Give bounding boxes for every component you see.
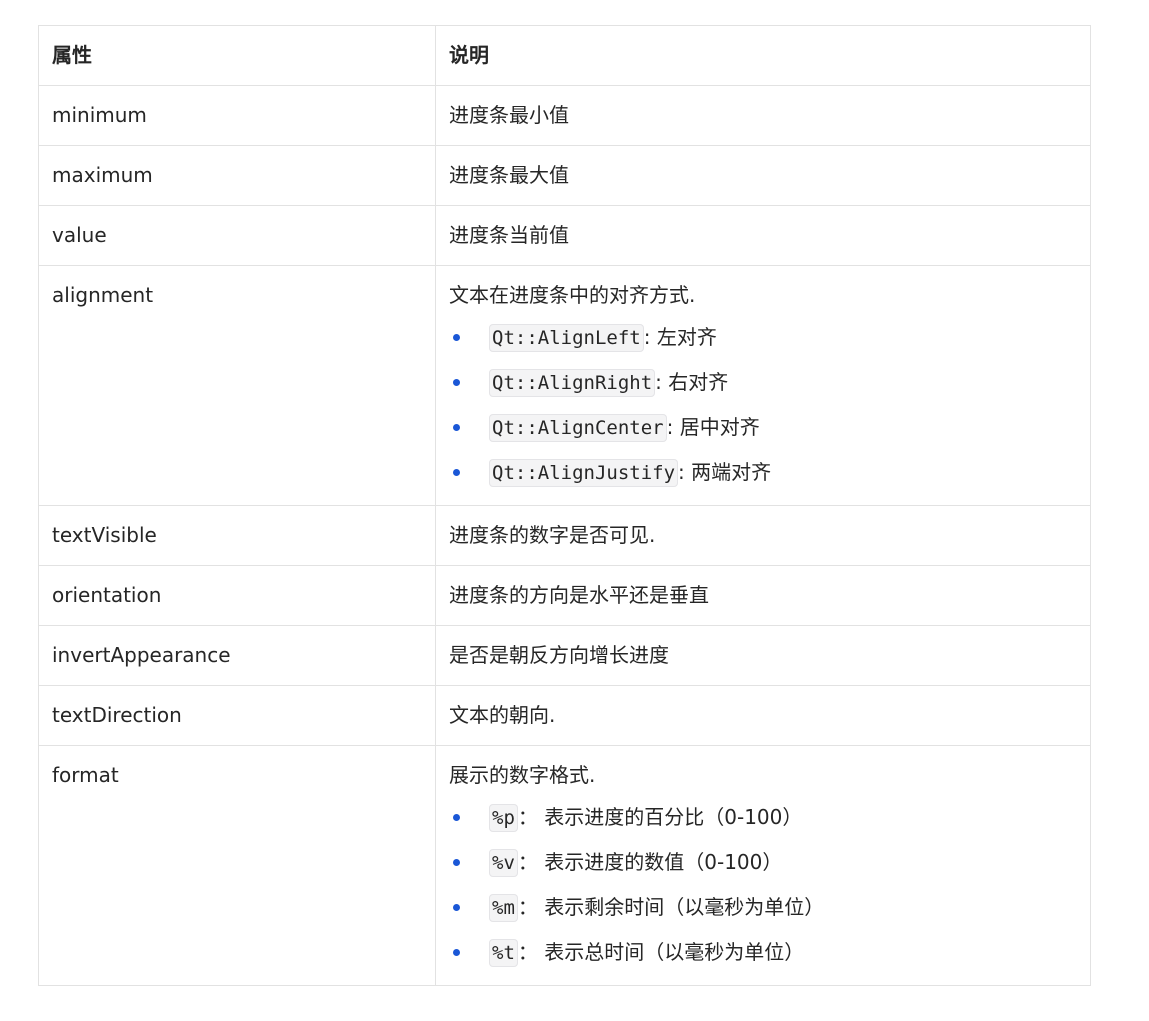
header-description: 说明 (435, 25, 1091, 86)
bullet-icon (453, 424, 460, 431)
option-text: ： 表示进度的数值（0-100） (517, 850, 783, 874)
table-row: textDirection 文本的朝向. (38, 685, 1091, 746)
property-description: 进度条最小值 (435, 85, 1091, 146)
bullet-icon (453, 949, 460, 956)
property-name: format (38, 745, 436, 986)
code-value: %p (489, 804, 518, 832)
option-list: Qt::AlignLeft: 左对齐 Qt::AlignRight: 右对齐 Q… (449, 321, 1077, 489)
code-value: Qt::AlignLeft (489, 324, 644, 352)
bullet-icon (453, 379, 460, 386)
property-name: value (38, 205, 436, 266)
property-name: minimum (38, 85, 436, 146)
table-row: maximum 进度条最大值 (38, 145, 1091, 206)
list-item: Qt::AlignRight: 右对齐 (449, 366, 1077, 399)
property-description: 进度条最大值 (435, 145, 1091, 206)
list-item: %m： 表示剩余时间（以毫秒为单位） (449, 891, 1077, 924)
list-item: %t： 表示总时间（以毫秒为单位） (449, 936, 1077, 969)
table-row: value 进度条当前值 (38, 205, 1091, 266)
option-text: ： 表示剩余时间（以毫秒为单位） (517, 895, 825, 919)
property-description: 是否是朝反方向增长进度 (435, 625, 1091, 686)
table-row: textVisible 进度条的数字是否可见. (38, 505, 1091, 566)
option-text: : 两端对齐 (678, 460, 772, 484)
option-text: : 右对齐 (655, 370, 729, 394)
property-name: alignment (38, 265, 436, 506)
list-item: %p： 表示进度的百分比（0-100） (449, 801, 1077, 834)
code-value: Qt::AlignCenter (489, 414, 667, 442)
bullet-icon (453, 334, 460, 341)
bullet-icon (453, 814, 460, 821)
property-description: 进度条的方向是水平还是垂直 (435, 565, 1091, 626)
code-value: %t (489, 939, 518, 967)
bullet-icon (453, 904, 460, 911)
option-list: %p： 表示进度的百分比（0-100） %v： 表示进度的数值（0-100） %… (449, 801, 1077, 969)
table-row: orientation 进度条的方向是水平还是垂直 (38, 565, 1091, 626)
code-value: %m (489, 894, 518, 922)
option-text: ： 表示进度的百分比（0-100） (517, 805, 803, 829)
list-item: Qt::AlignCenter: 居中对齐 (449, 411, 1077, 444)
table-row: format 展示的数字格式. %p： 表示进度的百分比（0-100） %v： … (38, 745, 1091, 986)
property-name: maximum (38, 145, 436, 206)
property-description: 文本在进度条中的对齐方式. (449, 283, 696, 307)
property-description: 进度条当前值 (435, 205, 1091, 266)
property-description: 进度条的数字是否可见. (435, 505, 1091, 566)
property-name: textVisible (38, 505, 436, 566)
option-text: : 居中对齐 (666, 415, 760, 439)
table-header-row: 属性 说明 (38, 25, 1091, 86)
bullet-icon (453, 469, 460, 476)
code-value: Qt::AlignRight (489, 369, 656, 397)
option-text: : 左对齐 (643, 325, 717, 349)
property-description-cell: 文本在进度条中的对齐方式. Qt::AlignLeft: 左对齐 Qt::Ali… (435, 265, 1091, 506)
property-name: textDirection (38, 685, 436, 746)
table-row: invertAppearance 是否是朝反方向增长进度 (38, 625, 1091, 686)
property-description: 展示的数字格式. (449, 763, 596, 787)
table-row: minimum 进度条最小值 (38, 85, 1091, 146)
table-row: alignment 文本在进度条中的对齐方式. Qt::AlignLeft: 左… (38, 265, 1091, 506)
list-item: Qt::AlignJustify: 两端对齐 (449, 456, 1077, 489)
list-item: %v： 表示进度的数值（0-100） (449, 846, 1077, 879)
code-value: Qt::AlignJustify (489, 459, 679, 487)
header-property: 属性 (38, 25, 436, 86)
property-description-cell: 展示的数字格式. %p： 表示进度的百分比（0-100） %v： 表示进度的数值… (435, 745, 1091, 986)
property-name: orientation (38, 565, 436, 626)
code-value: %v (489, 849, 518, 877)
list-item: Qt::AlignLeft: 左对齐 (449, 321, 1077, 354)
property-description: 文本的朝向. (435, 685, 1091, 746)
bullet-icon (453, 859, 460, 866)
option-text: ： 表示总时间（以毫秒为单位） (517, 940, 805, 964)
property-name: invertAppearance (38, 625, 436, 686)
properties-table: 属性 说明 minimum 进度条最小值 maximum 进度条最大值 valu… (38, 25, 1091, 986)
